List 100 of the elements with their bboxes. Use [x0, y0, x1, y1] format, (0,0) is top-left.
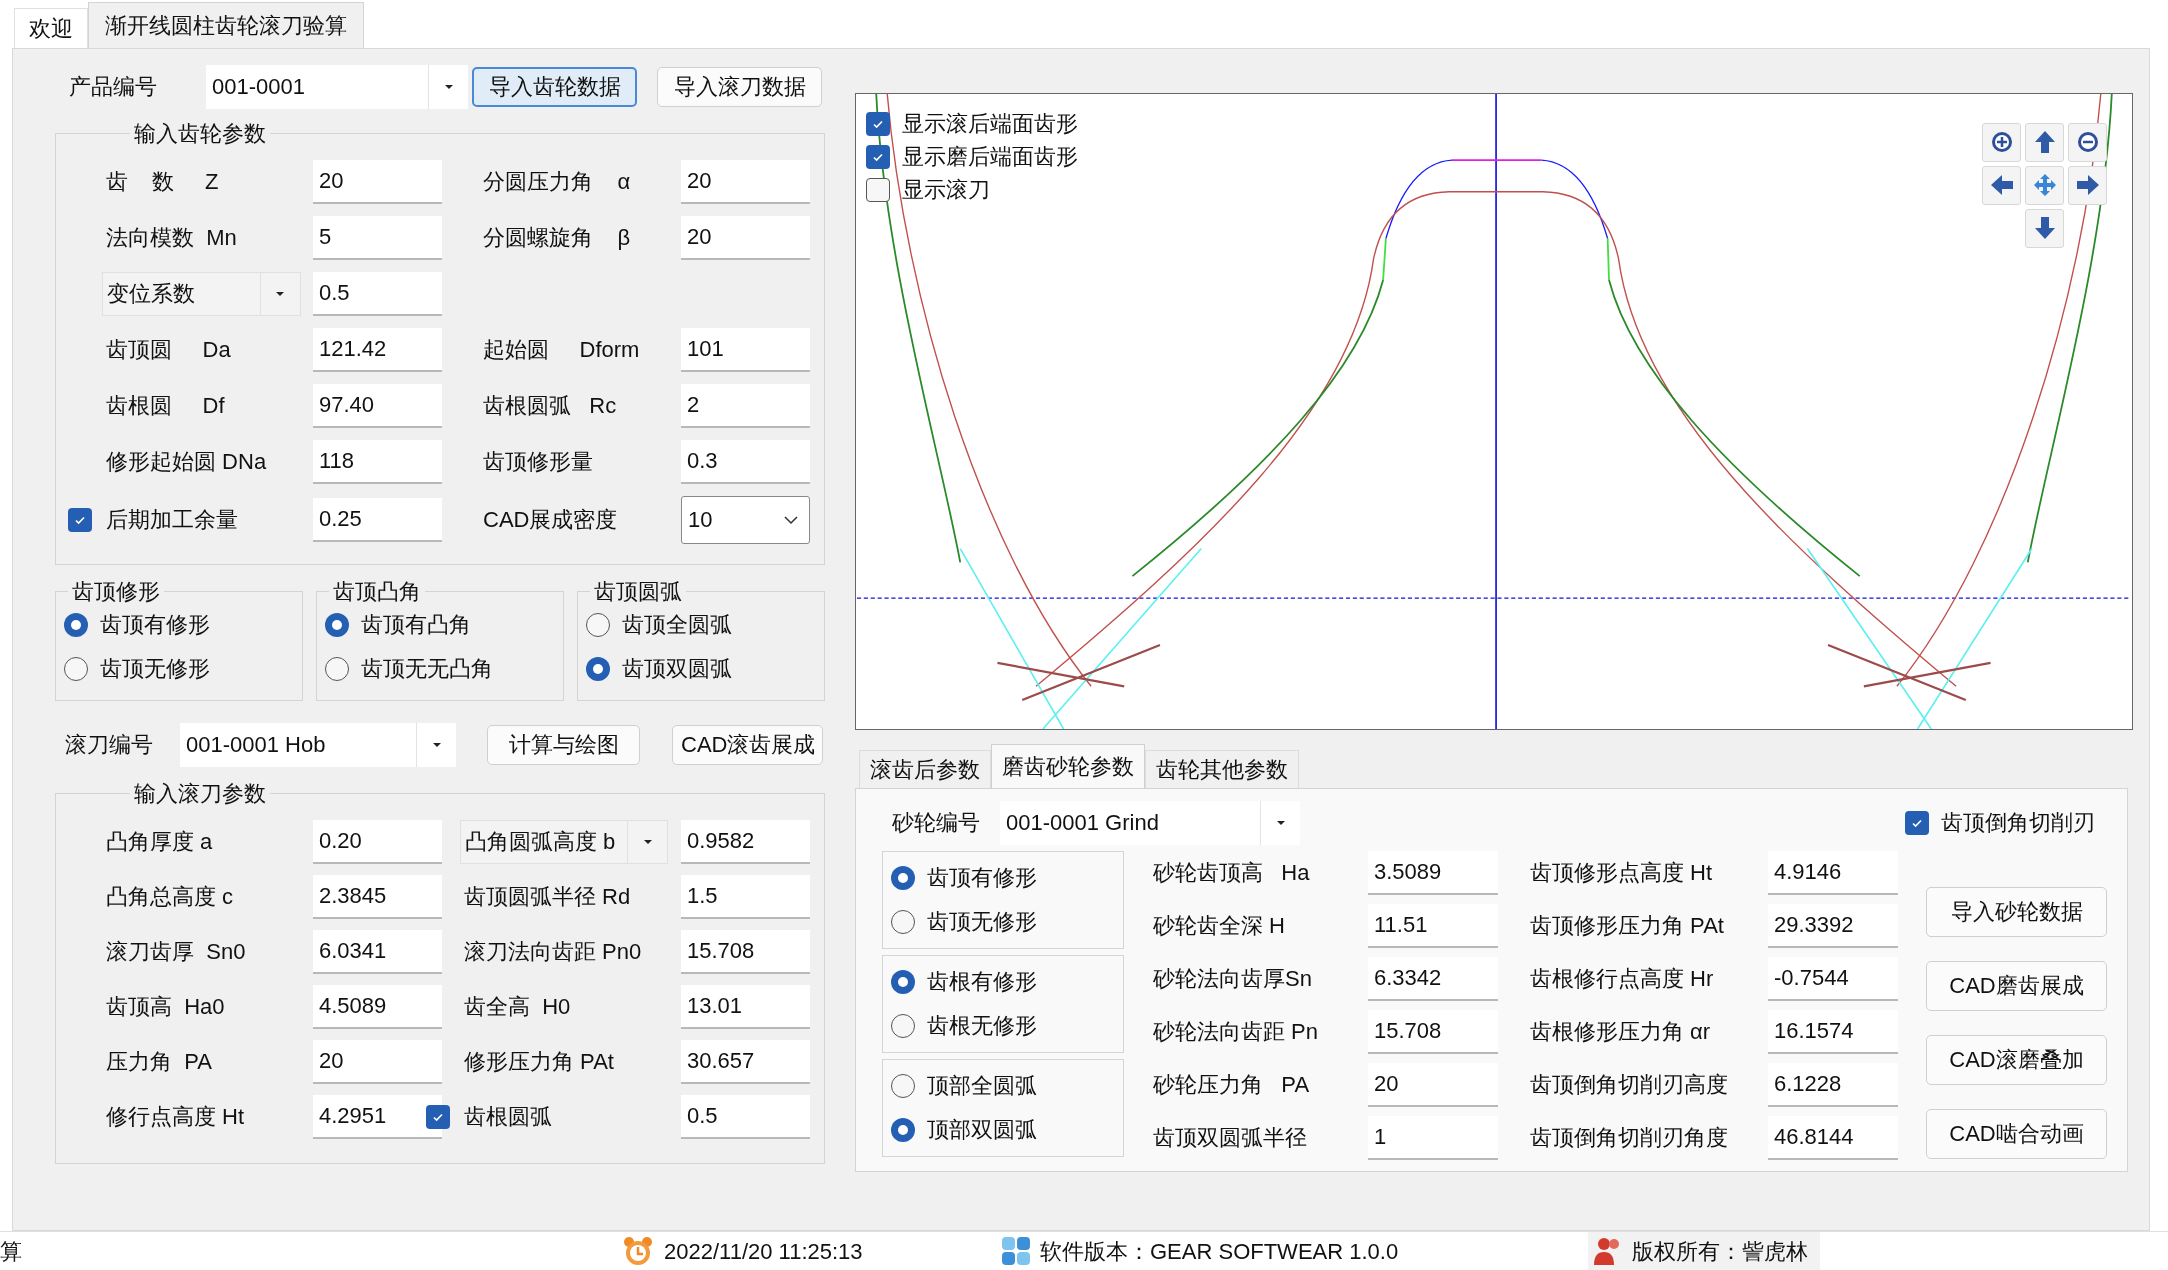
text-field[interactable]: 15.708	[681, 929, 810, 974]
status-text: 2022/11/20 11:25:13	[664, 1237, 864, 1266]
caret-icon	[443, 83, 454, 90]
radio-label: 齿顶全圆弧	[622, 611, 732, 640]
radio-button[interactable]	[891, 1013, 915, 1038]
checkbox-label: 后期加工余量	[106, 506, 238, 535]
radio-button[interactable]	[64, 612, 88, 637]
field-label: 修行点高度 Ht	[106, 1103, 245, 1132]
text-field[interactable]: 2	[681, 383, 810, 428]
group-title: 齿顶圆弧	[593, 577, 683, 606]
status-text: 算	[0, 1237, 23, 1266]
text-field[interactable]: 4.9146	[1768, 850, 1898, 895]
tab[interactable]: 齿轮其他参数	[1145, 749, 1299, 788]
dropdown[interactable]: 凸角圆弧高度 b	[460, 819, 669, 864]
text-field[interactable]: 1	[1368, 1115, 1498, 1160]
text-field[interactable]: -0.7544	[1768, 956, 1898, 1001]
text-field[interactable]: 0.5	[313, 271, 442, 316]
button[interactable]: CAD滚齿展成	[672, 724, 823, 765]
text-field[interactable]: 2.3845	[313, 874, 442, 919]
text-field[interactable]: 0.9582	[681, 819, 810, 864]
text-field[interactable]: 4.2951	[313, 1094, 442, 1139]
tab[interactable]: 磨齿砂轮参数	[991, 743, 1145, 788]
text-field[interactable]: 20	[313, 1039, 442, 1084]
radio-button[interactable]	[891, 909, 915, 934]
radio-button[interactable]	[64, 656, 88, 681]
group-title: 输入滚刀参数	[133, 779, 267, 808]
radio-button[interactable]	[586, 612, 610, 637]
text-field[interactable]: 3.5089	[1368, 850, 1498, 895]
checkbox[interactable]	[866, 111, 890, 136]
button[interactable]: 导入齿轮数据	[472, 66, 637, 107]
field-label: 齿顶修形压力角 PAt	[1530, 912, 1725, 941]
text-field[interactable]: 29.3392	[1768, 903, 1898, 948]
text-field[interactable]: 4.5089	[313, 984, 442, 1029]
down-arrow-button[interactable]	[2025, 208, 2064, 248]
radio-label: 齿顶双圆弧	[622, 655, 732, 684]
field-label: 砂轮齿顶高 Ha	[1153, 859, 1311, 888]
text-field[interactable]: 46.8144	[1768, 1115, 1898, 1160]
text-field[interactable]: 121.42	[313, 327, 442, 372]
checkbox[interactable]	[426, 1104, 450, 1129]
dropdown[interactable]: 001-0001 Hob	[180, 722, 456, 767]
text-field[interactable]: 1.5	[681, 874, 810, 919]
text-field[interactable]: 20	[1368, 1062, 1498, 1107]
dropdown[interactable]: 变位系数	[102, 271, 301, 316]
checkbox[interactable]	[68, 507, 92, 532]
zoom-in-button[interactable]	[1982, 122, 2021, 162]
dropdown[interactable]: 10	[681, 495, 810, 544]
radio-button[interactable]	[325, 612, 349, 637]
button[interactable]: CAD磨齿展成	[1926, 960, 2107, 1011]
text-field[interactable]: 20	[313, 159, 442, 204]
field-label: 砂轮法向齿距 Pn	[1153, 1018, 1320, 1047]
tab[interactable]: 滚齿后参数	[859, 749, 991, 788]
button[interactable]: 导入砂轮数据	[1926, 886, 2107, 937]
text-field[interactable]: 6.3342	[1368, 956, 1498, 1001]
text-field[interactable]: 20	[681, 215, 810, 260]
text-field[interactable]: 118	[313, 439, 442, 484]
text-field[interactable]: 101	[681, 327, 810, 372]
radio-label: 顶部全圆弧	[927, 1072, 1037, 1101]
button[interactable]: 计算与绘图	[487, 724, 640, 765]
radio-button[interactable]	[891, 1073, 915, 1098]
left-arrow-button[interactable]	[1982, 165, 2021, 205]
text-field[interactable]: 13.01	[681, 984, 810, 1029]
radio-label: 齿顶无修形	[100, 655, 210, 684]
text-field[interactable]: 6.1228	[1768, 1062, 1898, 1107]
tab[interactable]: 渐开线圆柱齿轮滚刀验算	[88, 1, 364, 48]
text-field[interactable]: 5	[313, 215, 442, 260]
text-field[interactable]: 0.20	[313, 819, 442, 864]
text-field[interactable]: 16.1574	[1768, 1009, 1898, 1054]
zoom-out-button[interactable]	[2068, 122, 2107, 162]
dropdown[interactable]: 001-0001	[206, 64, 468, 109]
radio-button[interactable]	[891, 865, 915, 890]
right-arrow-button[interactable]	[2068, 165, 2107, 205]
button[interactable]: 导入滚刀数据	[657, 66, 822, 107]
text-field[interactable]: 30.657	[681, 1039, 810, 1084]
field-label: 砂轮法向齿厚Sn	[1153, 965, 1313, 994]
text-field[interactable]: 0.5	[681, 1094, 810, 1139]
text-field[interactable]: 97.40	[313, 383, 442, 428]
radio-button[interactable]	[891, 1117, 915, 1142]
up-arrow-button[interactable]	[2025, 122, 2064, 162]
text-field[interactable]: 6.0341	[313, 929, 442, 974]
checkbox[interactable]	[866, 177, 890, 202]
radio-label: 齿根无修形	[927, 1012, 1037, 1041]
button[interactable]: CAD啮合动画	[1926, 1108, 2107, 1159]
radio-button[interactable]	[891, 969, 915, 994]
text-field[interactable]: 15.708	[1368, 1009, 1498, 1054]
radio-button[interactable]	[586, 656, 610, 681]
radio-button[interactable]	[325, 656, 349, 681]
text-field[interactable]: 0.3	[681, 439, 810, 484]
checkbox[interactable]	[866, 144, 890, 169]
text-field[interactable]: 20	[681, 159, 810, 204]
field-label: 齿顶倒角切削刃角度	[1530, 1124, 1729, 1153]
checkbox[interactable]	[1905, 810, 1929, 835]
move-button[interactable]	[2025, 165, 2064, 205]
tab[interactable]: 欢迎	[14, 7, 88, 48]
button[interactable]: CAD滚磨叠加	[1926, 1034, 2107, 1085]
dropdown[interactable]: 001-0001 Grind	[1000, 800, 1300, 845]
caret-icon	[1275, 819, 1286, 826]
text-field[interactable]: 11.51	[1368, 903, 1498, 948]
radio-label: 齿顶有修形	[927, 864, 1037, 893]
field-label: 产品编号	[69, 73, 158, 102]
text-field[interactable]: 0.25	[313, 497, 442, 542]
